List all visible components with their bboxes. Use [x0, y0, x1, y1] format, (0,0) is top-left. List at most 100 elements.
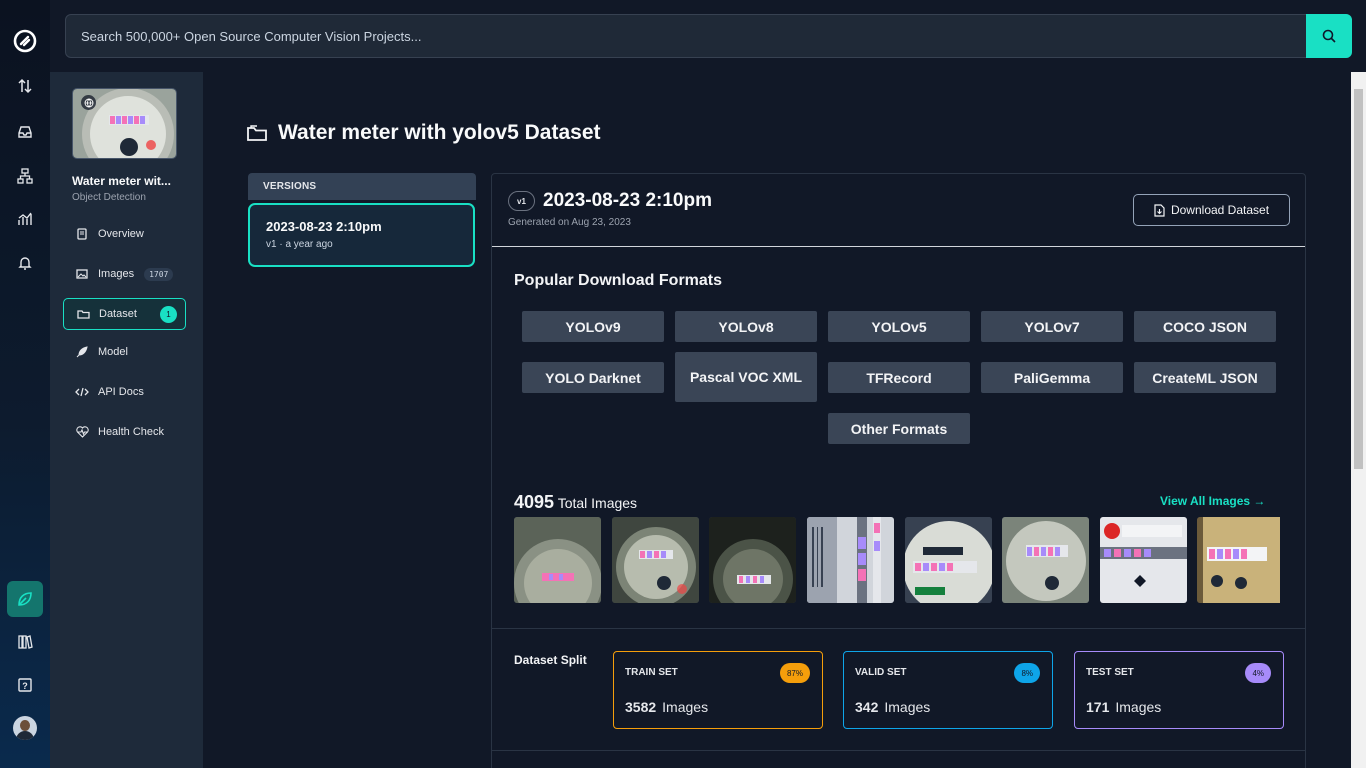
format-button[interactable]: Pascal VOC XML — [675, 352, 817, 402]
dataset-image-thumbnail[interactable] — [905, 517, 992, 603]
train-set-unit: Images — [662, 699, 709, 715]
workflow-icon[interactable] — [7, 158, 43, 194]
valid-set-card[interactable]: VALID SET 8% 342 Images — [843, 651, 1053, 729]
images-count-badge: 1707 — [144, 267, 174, 281]
heart-pulse-icon — [74, 426, 90, 438]
train-set-count: 3582 Images — [625, 699, 708, 715]
format-button[interactable]: YOLOv7 — [981, 311, 1123, 342]
nav-api-docs[interactable]: API Docs — [63, 376, 186, 408]
nav-images[interactable]: Images 1707 — [63, 258, 186, 290]
formats-title: Popular Download Formats — [514, 272, 723, 289]
total-images: 4095 Total Images — [514, 492, 637, 513]
roboflow-logo-icon[interactable] — [7, 23, 43, 59]
image-icon — [74, 268, 90, 280]
view-all-images-link[interactable]: View All Images → — [1160, 494, 1265, 508]
book-icon — [74, 228, 90, 240]
version-badge: v1 — [508, 191, 535, 211]
dataset-image-thumbnail[interactable] — [612, 517, 699, 603]
code-icon — [74, 386, 90, 398]
icon-rail: ? — [0, 0, 50, 768]
test-set-title: TEST SET — [1086, 667, 1134, 678]
upload-download-icon[interactable] — [7, 68, 43, 104]
version-generated: Generated on Aug 23, 2023 — [508, 217, 631, 228]
nav-dataset[interactable]: Dataset 1 — [63, 298, 186, 330]
inbox-icon[interactable] — [7, 114, 43, 150]
format-button[interactable]: YOLOv5 — [828, 311, 970, 342]
project-type: Object Detection — [72, 192, 146, 203]
dataset-image-thumbnail[interactable] — [1100, 517, 1187, 603]
bell-icon[interactable] — [7, 245, 43, 281]
dataset-image-thumbnail[interactable] — [514, 517, 601, 603]
download-dataset-label: Download Dataset — [1170, 203, 1270, 217]
format-button[interactable]: YOLOv8 — [675, 311, 817, 342]
nav-label: Images — [98, 268, 135, 280]
folder-icon — [75, 308, 91, 320]
dataset-image-thumbnail[interactable] — [1197, 517, 1280, 603]
folder-icon — [246, 124, 268, 147]
divider — [492, 628, 1305, 629]
library-icon[interactable] — [7, 624, 43, 660]
nav-label: Overview — [98, 228, 144, 240]
version-item[interactable]: 2023-08-23 2:10pm v1 · a year ago — [248, 203, 475, 267]
page-scrollbar[interactable] — [1351, 72, 1366, 768]
version-item-title: 2023-08-23 2:10pm — [266, 219, 382, 234]
format-button[interactable]: PaliGemma — [981, 362, 1123, 393]
divider — [492, 750, 1305, 751]
dataset-image-thumbnail[interactable] — [709, 517, 796, 603]
train-set-title: TRAIN SET — [625, 667, 678, 678]
test-set-percent: 4% — [1245, 663, 1271, 683]
divider — [492, 246, 1305, 247]
train-set-percent: 87% — [779, 663, 810, 683]
search-bar — [65, 14, 1352, 58]
format-button[interactable]: YOLOv9 — [522, 311, 664, 342]
project-title: Water meter wit... — [72, 174, 171, 188]
train-set-card[interactable]: TRAIN SET 87% 3582 Images — [613, 651, 823, 729]
versions-header: VERSIONS — [248, 173, 476, 200]
valid-set-unit: Images — [884, 699, 931, 715]
valid-set-title: VALID SET — [855, 667, 907, 678]
versions-list: VERSIONS 2023-08-23 2:10pm v1 · a year a… — [248, 173, 476, 268]
format-button[interactable]: COCO JSON — [1134, 311, 1276, 342]
format-button[interactable]: TFRecord — [828, 362, 970, 393]
format-button[interactable]: YOLO Darknet — [522, 362, 664, 393]
nav-label: Dataset — [99, 308, 137, 320]
dataset-image-thumbnail[interactable] — [1002, 517, 1089, 603]
test-set-number: 171 — [1086, 699, 1110, 715]
scrollbar-thumb[interactable] — [1354, 89, 1363, 469]
search-input[interactable] — [66, 15, 1306, 57]
valid-set-count: 342 Images — [855, 699, 930, 715]
rocket-icon — [74, 346, 90, 358]
image-strip — [514, 517, 1280, 603]
total-images-label: Total Images — [557, 495, 638, 511]
nav-label: Health Check — [98, 426, 165, 438]
search-button[interactable] — [1306, 14, 1352, 58]
file-download-icon — [1154, 203, 1165, 217]
valid-set-percent: 8% — [1014, 663, 1040, 683]
test-set-card[interactable]: TEST SET 4% 171 Images — [1074, 651, 1284, 729]
leaf-icon[interactable] — [7, 581, 43, 617]
version-panel: v1 2023-08-23 2:10pm Generated on Aug 23… — [491, 173, 1306, 768]
project-thumbnail[interactable] — [72, 88, 177, 159]
globe-icon — [81, 95, 96, 110]
format-button[interactable]: CreateML JSON — [1134, 362, 1276, 393]
download-dataset-button[interactable]: Download Dataset — [1133, 194, 1290, 226]
test-set-count: 171 Images — [1086, 699, 1161, 715]
help-icon[interactable]: ? — [7, 667, 43, 703]
search-icon — [1322, 29, 1336, 43]
dataset-image-thumbnail[interactable] — [807, 517, 894, 603]
page-title: Water meter with yolov5 Dataset — [278, 121, 601, 144]
user-avatar[interactable] — [13, 716, 37, 740]
analytics-icon[interactable] — [7, 201, 43, 237]
project-sidebar: Water meter wit... Object Detection Over… — [50, 72, 203, 768]
nav-overview[interactable]: Overview — [63, 218, 186, 250]
nav-model[interactable]: Model — [63, 336, 186, 368]
nav-label: Model — [98, 346, 128, 358]
svg-text:?: ? — [22, 681, 28, 691]
test-set-unit: Images — [1115, 699, 1162, 715]
other-formats-button[interactable]: Other Formats — [828, 413, 970, 444]
nav-health-check[interactable]: Health Check — [63, 416, 186, 448]
dataset-split-title: Dataset Split — [514, 653, 587, 667]
valid-set-number: 342 — [855, 699, 879, 715]
version-item-subtitle: v1 · a year ago — [266, 239, 333, 250]
train-set-number: 3582 — [625, 699, 657, 715]
